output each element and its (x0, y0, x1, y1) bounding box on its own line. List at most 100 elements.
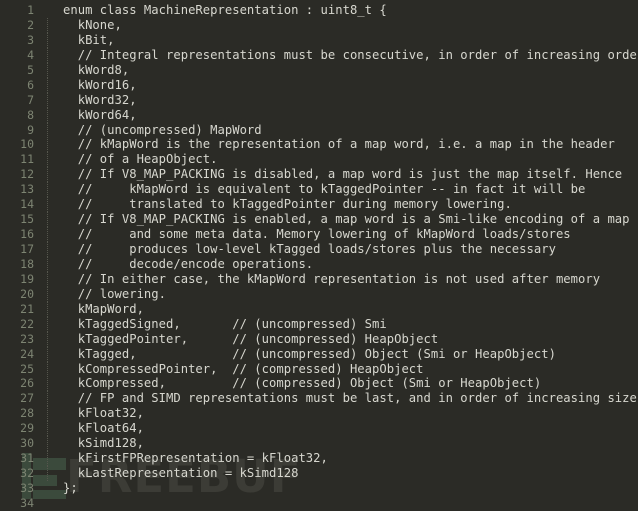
code-line[interactable]: 32 kLastRepresentation = kSimd128 (0, 466, 638, 481)
code-line-text: enum class MachineRepresentation : uint8… (63, 3, 387, 17)
code-line[interactable]: 19 // In either case, the kMapWord repre… (0, 271, 638, 287)
indent-guide (34, 436, 63, 452)
line-number: 34 (20, 495, 34, 510)
line-number: 18 (20, 256, 34, 271)
code-line-text: // lowering. (63, 286, 167, 301)
line-number: 8 (27, 107, 34, 122)
indent-guide (34, 137, 63, 153)
indent-guide (34, 122, 63, 138)
code-line-text: kWord16, (63, 77, 137, 92)
indent-guide (34, 421, 63, 437)
code-line[interactable]: 30 kSimd128, (0, 436, 638, 452)
indent-guide (34, 481, 63, 496)
line-number: 23 (20, 331, 34, 346)
code-line[interactable]: 29 kFloat64, (0, 421, 638, 437)
indent-guide (34, 361, 63, 377)
code-line-text: kNone, (63, 17, 122, 32)
indent-guide (34, 271, 63, 287)
line-number: 17 (20, 242, 34, 256)
code-line-text: kSimd128, (63, 436, 144, 451)
code-line-text: // and some meta data. Memory lowering o… (63, 227, 571, 242)
code-line[interactable]: 24 kTagged, // (uncompressed) Object (Sm… (0, 346, 638, 362)
code-line-text: kWord8, (63, 62, 130, 77)
line-number: 20 (20, 286, 34, 301)
code-line[interactable]: 20 // lowering. (0, 286, 638, 302)
line-number: 9 (27, 122, 34, 137)
code-line-text: // of a HeapObject. (63, 152, 218, 167)
indent-guide (34, 197, 63, 213)
code-line[interactable]: 28 kFloat32, (0, 406, 638, 422)
indent-guide (34, 256, 63, 272)
indent-guide (34, 316, 63, 332)
code-line[interactable]: 2 kNone, (0, 17, 638, 33)
code-line[interactable]: 18 // decode/encode operations. (0, 256, 638, 272)
line-number: 27 (20, 391, 34, 406)
line-number: 14 (20, 197, 34, 212)
code-line-text: // kMapWord is the representation of a m… (63, 137, 615, 152)
code-line[interactable]: 3 kBit, (0, 32, 638, 48)
code-line[interactable]: 12 // If V8_MAP_PACKING is disabled, a m… (0, 167, 638, 183)
code-line-text: kLastRepresentation = kSimd128 (63, 466, 299, 481)
line-number: 11 (20, 152, 34, 167)
indent-guide (34, 466, 63, 481)
code-line[interactable]: 13 // kMapWord is equivalent to kTaggedP… (0, 182, 638, 198)
line-number: 28 (20, 406, 34, 421)
line-number: 31 (20, 451, 34, 466)
code-line[interactable]: 26 kCompressed, // (compressed) Object (… (0, 376, 638, 392)
code-line[interactable]: 15 // If V8_MAP_PACKING is enabled, a ma… (0, 212, 638, 228)
code-line-text: }; (63, 481, 78, 495)
code-line[interactable]: 8 kWord64, (0, 107, 638, 123)
code-line[interactable]: 6 kWord16, (0, 77, 638, 93)
indent-guide (34, 32, 63, 48)
indent-guide (34, 331, 63, 347)
code-line[interactable]: 14 // translated to kTaggedPointer durin… (0, 197, 638, 213)
line-number: 2 (27, 17, 34, 32)
line-number: 32 (20, 466, 34, 481)
line-number: 19 (20, 271, 34, 286)
code-line[interactable]: 17 // produces low-level kTagged loads/s… (0, 242, 638, 257)
code-line[interactable]: 11 // of a HeapObject. (0, 152, 638, 168)
code-line-text: kCompressedPointer, // (compressed) Heap… (63, 361, 424, 376)
line-number: 15 (20, 212, 34, 227)
code-line[interactable]: 31 kFirstFPRepresentation = kFloat32, (0, 451, 638, 467)
code-line[interactable]: 16 // and some meta data. Memory lowerin… (0, 227, 638, 242)
indent-guide (34, 301, 63, 317)
line-number: 22 (20, 316, 34, 331)
line-number: 3 (27, 32, 34, 47)
code-line-text: kWord64, (63, 107, 137, 122)
code-line[interactable]: 7 kWord32, (0, 92, 638, 108)
code-line-text: kFloat32, (63, 406, 144, 421)
indent-guide (34, 62, 63, 78)
indent-guide (34, 17, 63, 33)
indent-guide (34, 406, 63, 422)
code-line[interactable]: 9 // (uncompressed) MapWord (0, 122, 638, 138)
indent-guide (34, 3, 63, 18)
code-line[interactable]: 1 enum class MachineRepresentation : uint… (0, 3, 638, 18)
indent-guide (34, 47, 63, 63)
code-line[interactable]: 10 // kMapWord is the representation of … (0, 137, 638, 153)
code-line[interactable]: 27 // FP and SIMD representations must b… (0, 391, 638, 407)
line-number: 21 (20, 301, 34, 316)
line-number: 5 (27, 62, 34, 77)
code-line[interactable]: 23 kTaggedPointer, // (uncompressed) Hea… (0, 331, 638, 347)
code-line[interactable]: 33}; (0, 481, 638, 496)
code-line[interactable]: 5 kWord8, (0, 62, 638, 78)
indent-guide (34, 212, 63, 228)
code-line-text: // produces low-level kTagged loads/stor… (63, 242, 556, 256)
code-line[interactable]: 25 kCompressedPointer, // (compressed) H… (0, 361, 638, 377)
indent-guide (34, 496, 63, 511)
code-line-text: // translated to kTaggedPointer during m… (63, 197, 512, 212)
code-line[interactable]: 34 (0, 496, 638, 511)
code-block[interactable]: 1 enum class MachineRepresentation : uint… (0, 0, 638, 511)
line-number: 7 (27, 92, 34, 107)
line-number: 26 (20, 376, 34, 391)
code-line-text: // kMapWord is equivalent to kTaggedPoin… (63, 182, 586, 197)
code-line[interactable]: 22 kTaggedSigned, // (uncompressed) Smi (0, 316, 638, 332)
line-number: 16 (20, 227, 34, 242)
line-number: 4 (27, 47, 34, 62)
code-line[interactable]: 4 // Integral representations must be co… (0, 47, 638, 63)
indent-guide (34, 92, 63, 108)
code-line[interactable]: 21 kMapWord, (0, 301, 638, 317)
indent-guide (34, 107, 63, 123)
indent-guide (34, 346, 63, 362)
